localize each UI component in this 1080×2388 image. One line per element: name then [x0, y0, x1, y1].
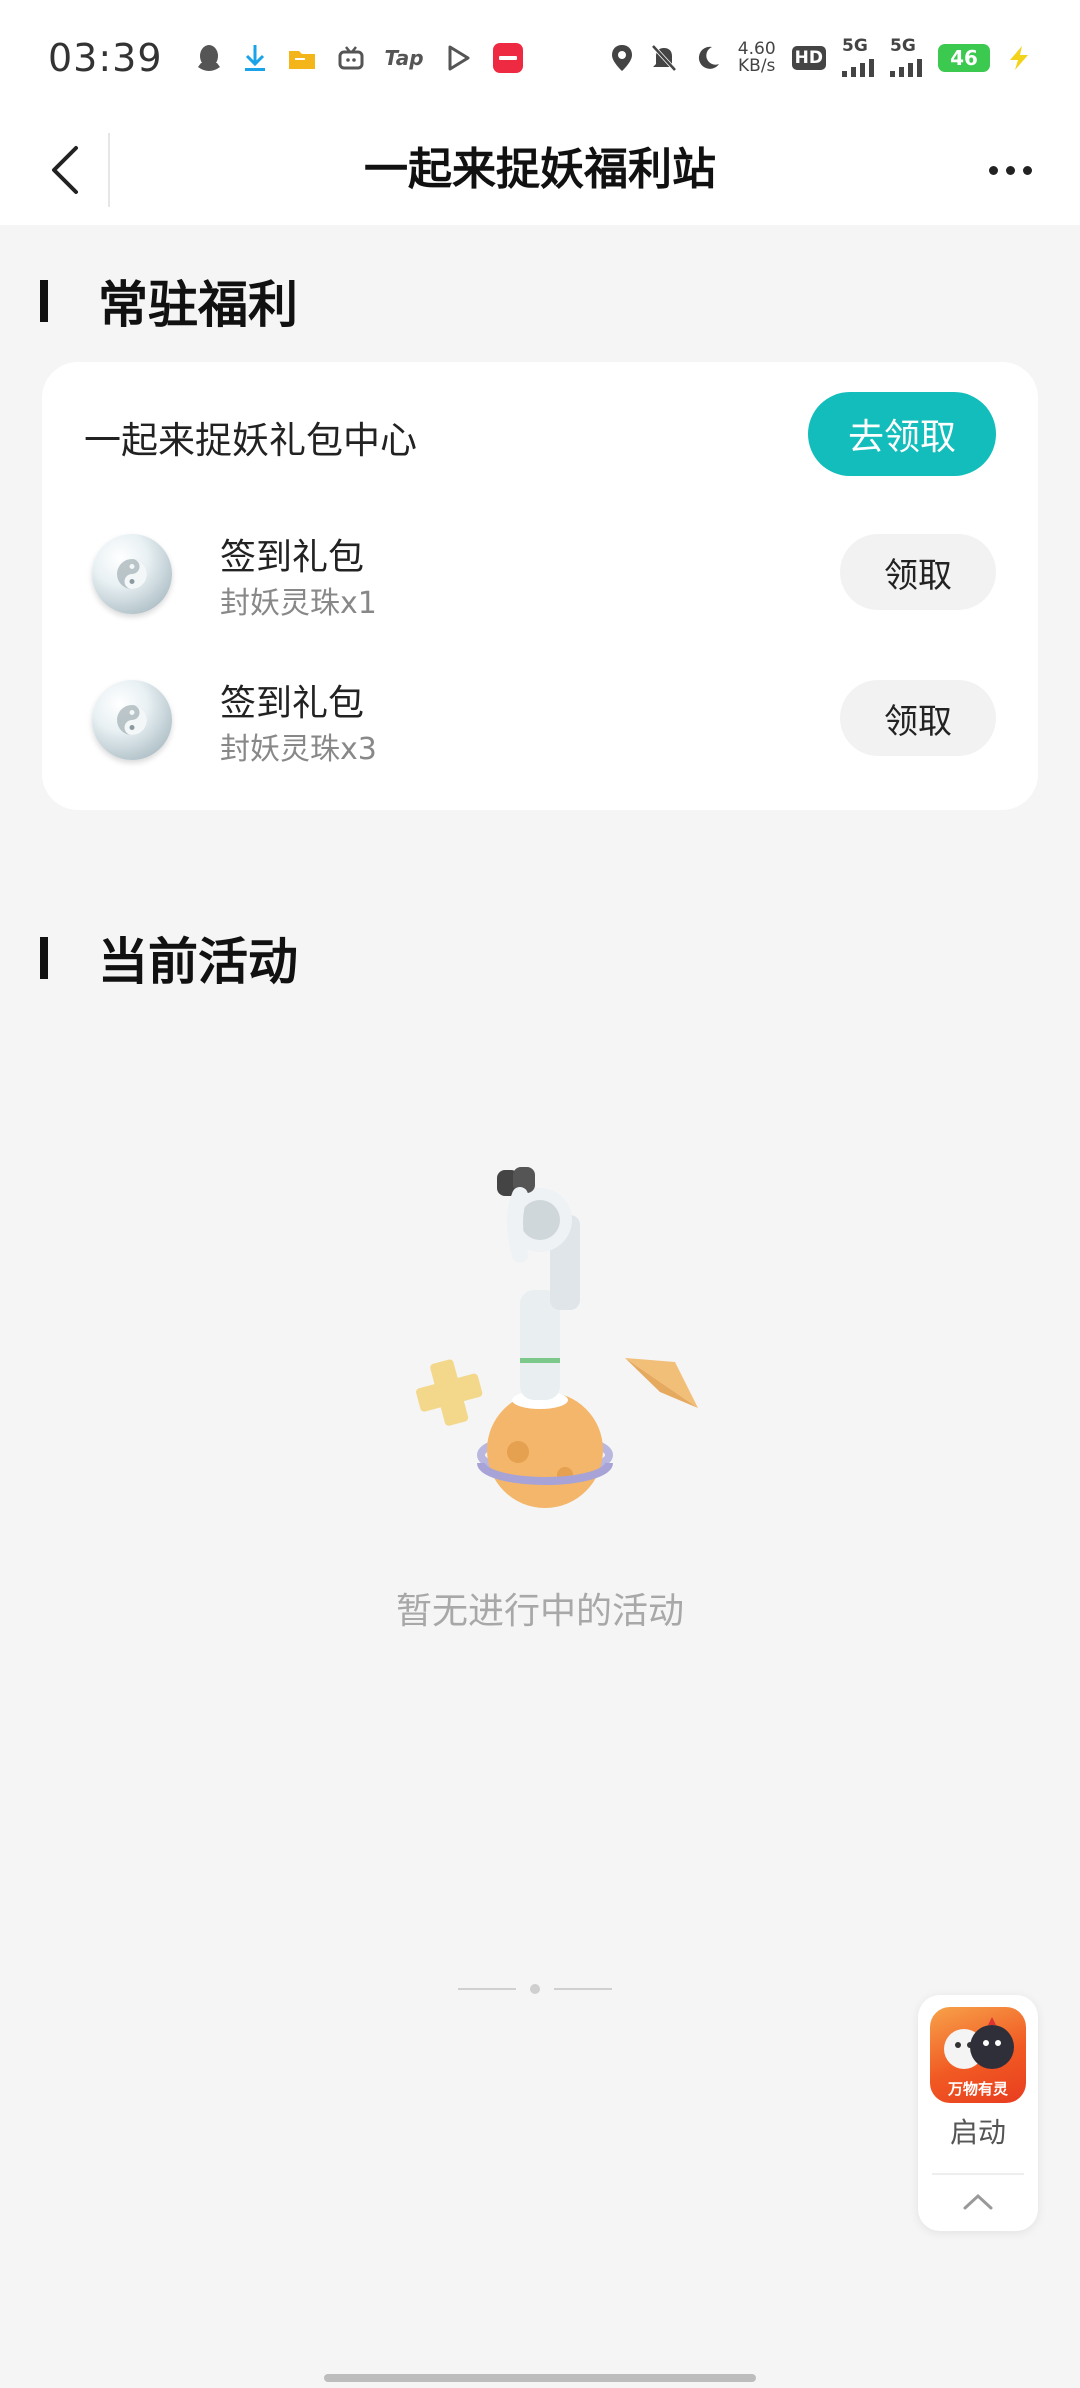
sim2-signal: 5G: [890, 38, 922, 77]
collapse-button[interactable]: [958, 2181, 998, 2221]
section-marker: [40, 937, 48, 979]
sim1-label: 5G: [842, 36, 868, 56]
chevron-up-icon: [963, 2193, 993, 2210]
astronaut-planet-illustration: [370, 1150, 710, 1530]
mute-bell-icon: [650, 43, 678, 73]
more-dot-icon: [1005, 165, 1015, 175]
chevron-left-icon: [52, 146, 78, 194]
page-title: 一起来捉妖福利站: [364, 144, 716, 195]
folder-icon: [287, 45, 317, 71]
moon-icon: [694, 44, 722, 72]
network-speed-unit: KB/s: [738, 55, 776, 76]
gift-name: 签到礼包: [220, 683, 365, 724]
charging-icon: [1006, 44, 1032, 72]
download-icon: [243, 43, 267, 73]
taptap-icon: Tap: [384, 45, 424, 70]
spirit-pearl-icon: [92, 680, 172, 760]
sim2-label: 5G: [890, 36, 916, 56]
xiaohongshu-icon: [492, 42, 524, 74]
launch-button[interactable]: 启动: [918, 2111, 1038, 2151]
pager-line: [458, 1988, 516, 1990]
network-speed-value: 4.60: [737, 38, 776, 59]
gift-name: 签到礼包: [220, 537, 365, 578]
system-icons: 4.60 KB/s HD 5G 5G 46: [610, 38, 1032, 77]
game-icon-label: 万物有灵: [947, 2080, 1008, 2098]
launcher-divider: [932, 2173, 1024, 2175]
section-header-current: 当前活动: [40, 922, 298, 994]
hd-badge: HD: [791, 45, 826, 70]
signal-bars-icon: [842, 55, 874, 77]
gift-center-title: 一起来捉妖礼包中心: [84, 419, 417, 462]
section-title-current: 当前活动: [98, 933, 298, 991]
home-indicator[interactable]: [324, 2374, 756, 2382]
status-bar: 03:39 Tap 4.60 KB/s HD 5G 5G 46: [0, 0, 1080, 115]
battery-indicator: 46: [938, 43, 990, 72]
location-icon: [610, 43, 634, 73]
more-dot-icon: [988, 165, 998, 175]
page: { "status_bar": { "time": "03:39", "net_…: [0, 0, 1080, 2388]
go-claim-button[interactable]: 去领取: [808, 392, 996, 476]
receive-button[interactable]: 领取: [840, 680, 996, 756]
gift-desc: 封妖灵珠x3: [220, 732, 377, 767]
more-dot-icon: [1022, 165, 1032, 175]
spirit-pearl-icon: [92, 534, 172, 614]
game-app-icon[interactable]: 万物有灵: [930, 2007, 1026, 2103]
network-speed: 4.60 KB/s: [737, 38, 776, 76]
sim1-signal: 5G: [842, 38, 874, 77]
qq-icon: [195, 43, 223, 73]
section-header-resident: 常驻福利: [40, 265, 298, 337]
receive-button[interactable]: 领取: [840, 534, 996, 610]
play-icon: [444, 44, 472, 72]
more-button[interactable]: [980, 150, 1040, 190]
section-marker: [40, 280, 48, 322]
back-button[interactable]: [30, 135, 100, 205]
status-time: 03:39: [48, 35, 163, 80]
signal-bars-icon: [890, 55, 922, 77]
floating-launcher: 万物有灵 启动: [918, 1995, 1038, 2231]
page-indicator: [458, 1984, 612, 1994]
pager-line: [554, 1988, 612, 1990]
gift-row: 签到礼包 封妖灵珠x1 领取: [42, 518, 1038, 628]
nav-bar: 一起来捉妖福利站: [0, 115, 1080, 225]
gift-center-card: 一起来捉妖礼包中心 去领取 签到礼包 封妖灵珠x1 领取 签到礼包 封妖灵珠x3…: [42, 362, 1038, 810]
nav-divider: [108, 133, 110, 207]
gift-desc: 封妖灵珠x1: [220, 586, 377, 621]
empty-state-text: 暂无进行中的活动: [395, 1591, 684, 1632]
pager-dot: [530, 1984, 540, 1994]
tv-icon: [337, 45, 365, 71]
notification-icons: Tap: [195, 42, 524, 74]
gift-row: 签到礼包 封妖灵珠x3 领取: [42, 664, 1038, 774]
section-title-resident: 常驻福利: [98, 276, 298, 334]
